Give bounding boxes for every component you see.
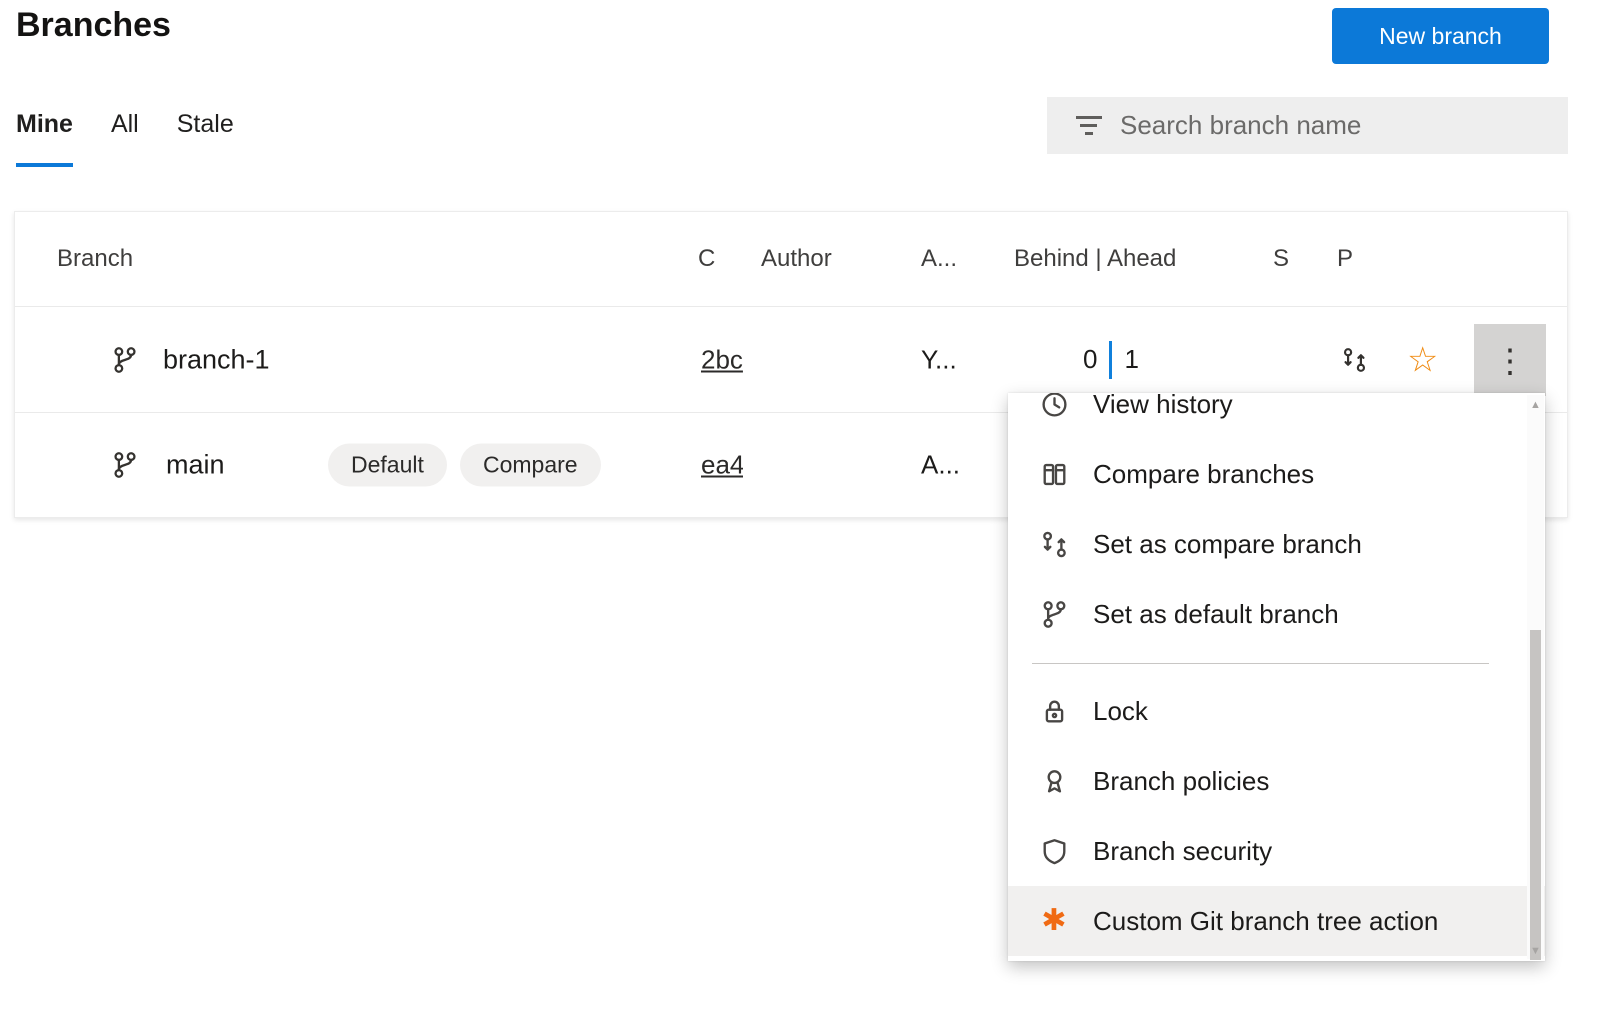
column-header-branch: Branch — [57, 245, 133, 273]
scroll-down-icon[interactable]: ▼ — [1527, 945, 1544, 957]
commit-link[interactable]: 2bc — [701, 344, 743, 375]
git-branch-icon — [111, 451, 139, 479]
behind-ahead-divider — [1109, 341, 1112, 379]
git-compare-icon[interactable] — [1341, 346, 1368, 373]
ribbon-icon — [1038, 765, 1070, 797]
behind-ahead-cell: 0 1 — [1083, 341, 1139, 379]
menu-item-label: Set as default branch — [1093, 599, 1339, 630]
history-icon — [1038, 393, 1070, 420]
column-header-author: Author — [761, 245, 832, 273]
shield-icon — [1038, 835, 1070, 867]
new-branch-button[interactable]: New branch — [1332, 8, 1549, 64]
branch-name-link[interactable]: branch-1 — [163, 344, 270, 375]
compare-branches-icon — [1038, 458, 1070, 490]
branch-context-menu: View history Compare branches Set as com… — [1008, 393, 1545, 961]
menu-item-label: Branch policies — [1093, 766, 1269, 797]
filter-icon — [1075, 116, 1102, 135]
menu-item-set-compare-branch[interactable]: Set as compare branch — [1008, 509, 1545, 579]
menu-item-view-history[interactable]: View history — [1008, 393, 1545, 439]
asterisk-icon: ✱ — [1038, 905, 1070, 937]
menu-item-label: Compare branches — [1093, 459, 1314, 490]
menu-item-label: Custom Git branch tree action — [1093, 906, 1438, 937]
menu-scrollbar[interactable]: ▲ ▼ — [1527, 395, 1544, 959]
git-branch-icon — [111, 346, 139, 374]
page-title: Branches — [16, 6, 171, 45]
lock-icon — [1038, 695, 1070, 727]
menu-item-branch-policies[interactable]: Branch policies — [1008, 746, 1545, 816]
column-header-status: S — [1273, 245, 1289, 273]
scrollbar-thumb[interactable] — [1530, 630, 1541, 960]
column-header-behind-ahead: Behind | Ahead — [1014, 245, 1176, 273]
search-input[interactable] — [1120, 110, 1568, 141]
column-header-commit: C — [698, 245, 715, 273]
ahead-count: 1 — [1124, 344, 1138, 375]
menu-divider — [1032, 663, 1489, 664]
author-name: A... — [921, 450, 960, 481]
more-options-button[interactable]: ⋮ — [1474, 324, 1546, 396]
menu-item-lock[interactable]: Lock — [1008, 676, 1545, 746]
menu-item-custom-git-branch-tree-action[interactable]: ✱ Custom Git branch tree action — [1008, 886, 1545, 956]
table-header-row: Branch C Author A... Behind | Ahead S P — [15, 212, 1567, 307]
menu-item-branch-security[interactable]: Branch security — [1008, 816, 1545, 886]
git-branch-icon — [1038, 598, 1070, 630]
menu-item-label: Branch security — [1093, 836, 1272, 867]
menu-item-set-default-branch[interactable]: Set as default branch — [1008, 579, 1545, 649]
branches-tab-bar: Mine All Stale — [16, 106, 234, 167]
scroll-up-icon[interactable]: ▲ — [1527, 399, 1544, 411]
branch-name-link[interactable]: main — [166, 450, 225, 481]
menu-item-label: Lock — [1093, 696, 1148, 727]
compare-badge: Compare — [460, 444, 601, 487]
favorite-star-icon[interactable]: ☆ — [1407, 342, 1438, 377]
default-badge: Default — [328, 444, 447, 487]
column-header-authored-date: A... — [921, 245, 957, 273]
git-compare-icon — [1038, 528, 1070, 560]
menu-item-label: View history — [1093, 393, 1233, 420]
branch-search-box — [1047, 97, 1568, 154]
column-header-pull-request: P — [1337, 245, 1353, 273]
menu-item-compare-branches[interactable]: Compare branches — [1008, 439, 1545, 509]
menu-item-label: Set as compare branch — [1093, 529, 1362, 560]
behind-count: 0 — [1083, 344, 1097, 375]
tab-mine[interactable]: Mine — [16, 106, 73, 167]
tab-all[interactable]: All — [111, 106, 139, 167]
tab-stale[interactable]: Stale — [177, 106, 234, 167]
commit-link[interactable]: ea4 — [701, 450, 743, 481]
author-name: Y... — [921, 344, 957, 375]
